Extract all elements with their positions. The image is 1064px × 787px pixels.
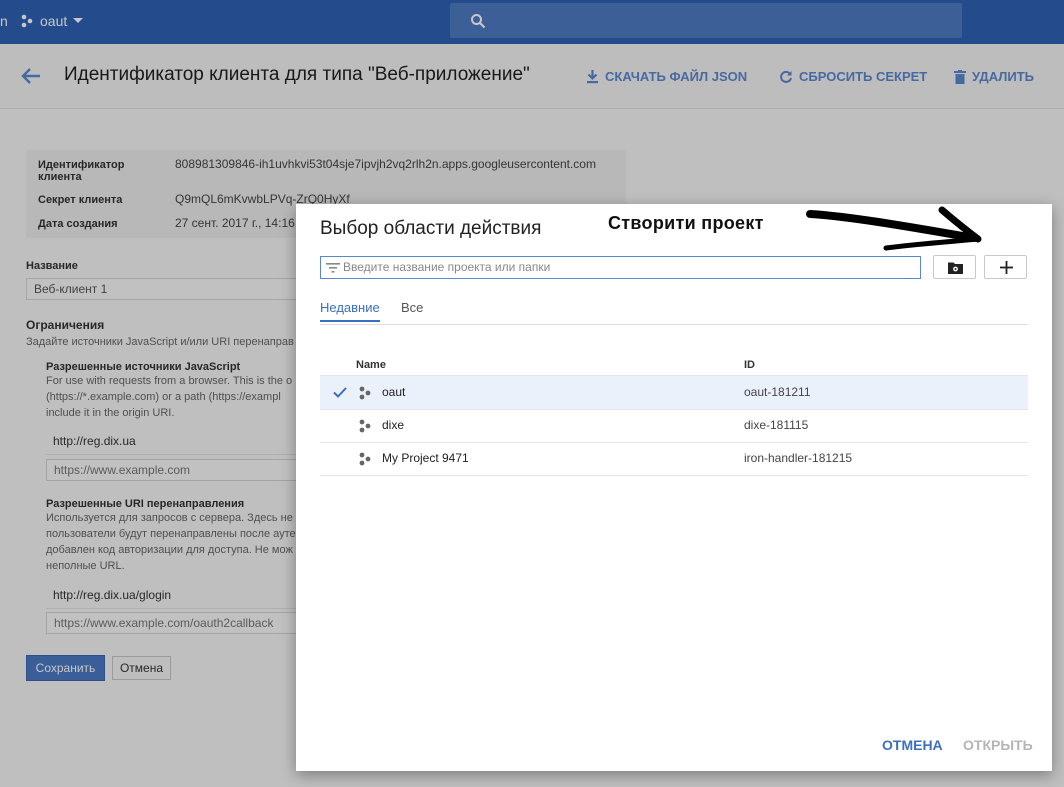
scope-select-dialog: Выбор области действия Створити проект Н…: [296, 204, 1052, 771]
project-filter-input[interactable]: [343, 259, 903, 275]
plus-icon: [1000, 261, 1013, 274]
create-project-button[interactable]: [984, 255, 1027, 279]
table-row[interactable]: dixe dixe-181115: [320, 409, 1028, 443]
project-name: oaut: [382, 385, 406, 399]
table-row[interactable]: My Project 9471 iron-handler-181215: [320, 442, 1028, 476]
column-header-id[interactable]: ID: [744, 359, 755, 371]
dialog-cancel-button[interactable]: ОТМЕНА: [882, 737, 943, 753]
project-filter[interactable]: [320, 256, 921, 279]
tab-all[interactable]: Все: [401, 300, 423, 315]
dialog-tabs: Недавние Все: [320, 300, 1028, 325]
annotation-text: Створити проект: [608, 213, 764, 233]
project-icon: [359, 386, 371, 400]
new-folder-button[interactable]: [933, 255, 976, 279]
project-id: oaut-181211: [744, 385, 811, 399]
annotation-arrow-icon: [806, 206, 982, 251]
project-name: dixe: [382, 418, 405, 432]
dialog-title: Выбор области действия: [320, 218, 542, 239]
column-header-name[interactable]: Name: [356, 359, 386, 371]
folder-settings-icon: [948, 262, 963, 274]
checkmark-icon: [333, 387, 347, 398]
project-name: My Project 9471: [382, 451, 469, 465]
table-row[interactable]: oaut oaut-181211: [320, 376, 1028, 410]
filter-icon: [326, 263, 340, 273]
dialog-open-button[interactable]: ОТКРЫТЬ: [963, 737, 1033, 753]
project-id: dixe-181115: [744, 418, 809, 432]
project-icon: [359, 419, 371, 433]
project-icon: [359, 452, 371, 466]
tab-recent[interactable]: Недавние: [320, 300, 380, 322]
project-id: iron-handler-181215: [744, 451, 853, 465]
